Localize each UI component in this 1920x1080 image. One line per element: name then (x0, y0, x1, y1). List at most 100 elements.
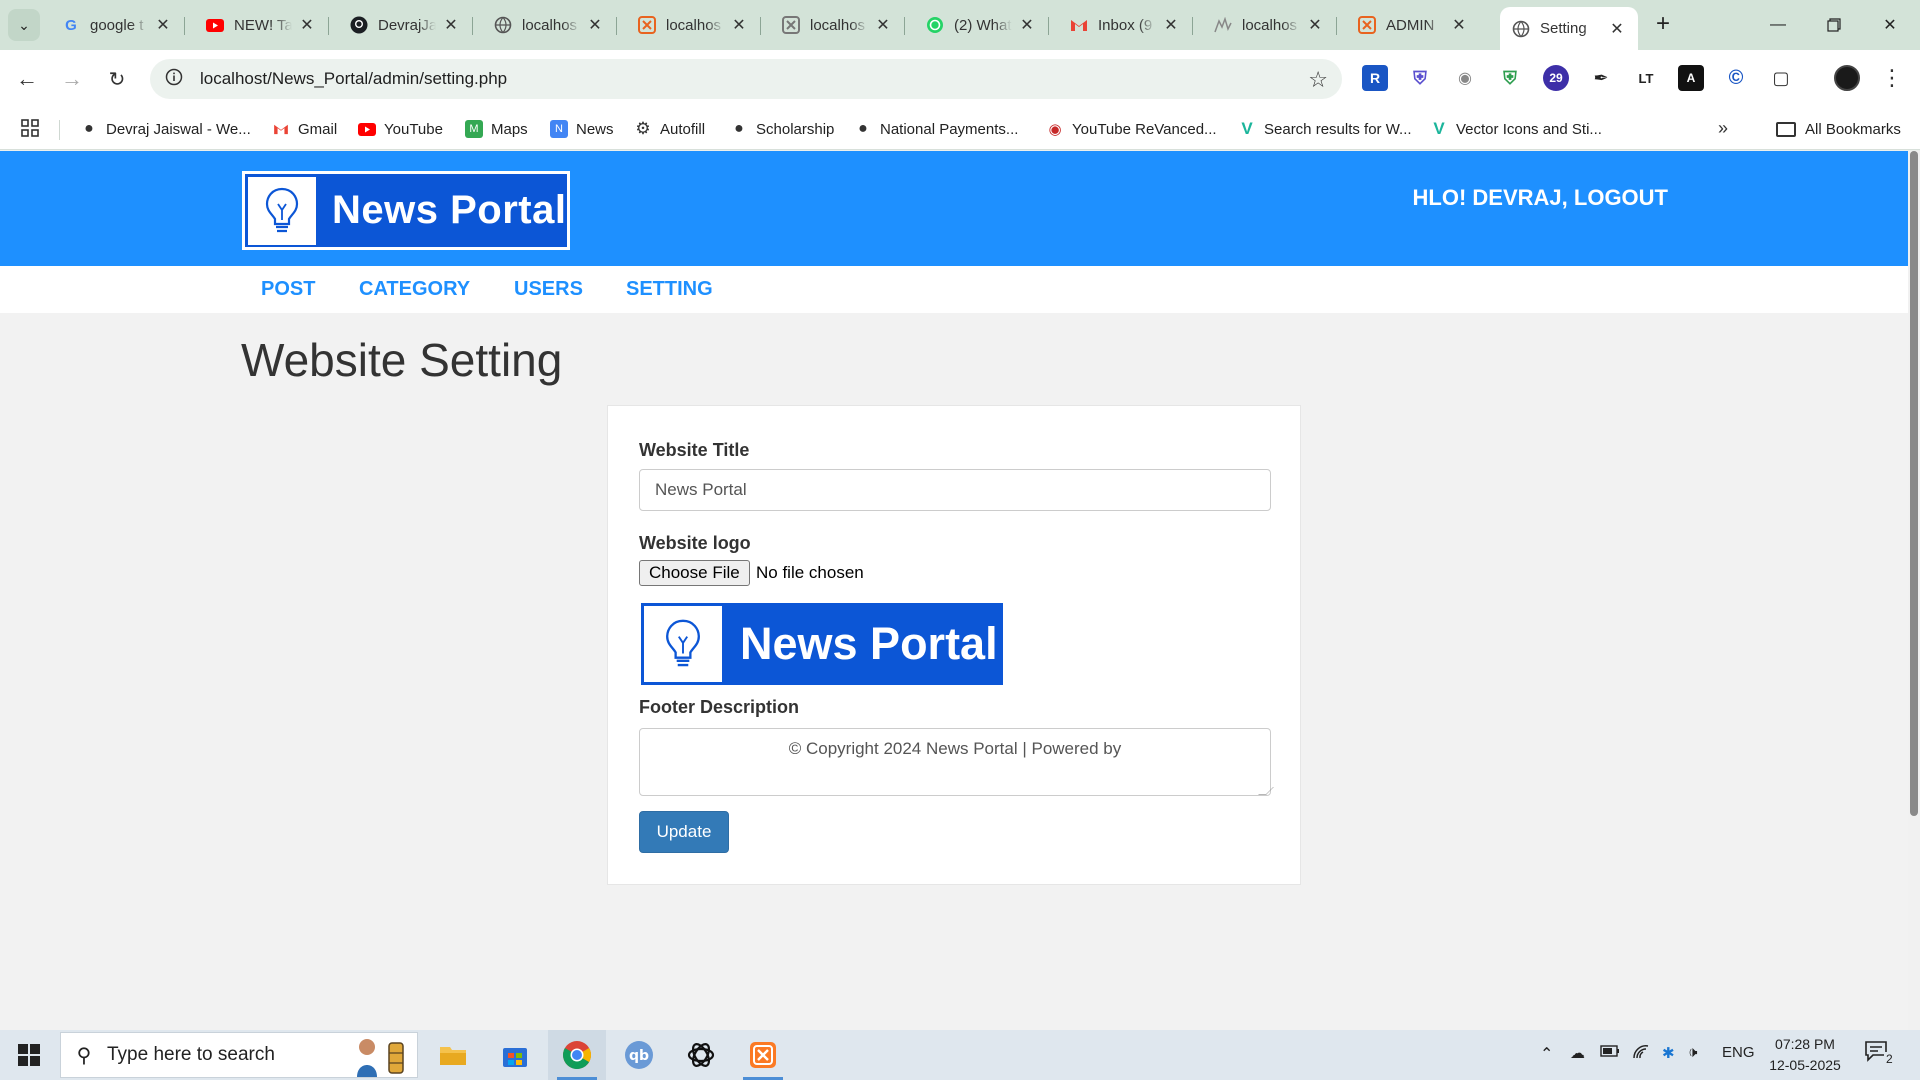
bookmarks-bar: ● Devraj Jaiswal - We... Gmail YouTube MM… (0, 108, 1920, 150)
menu-users[interactable]: USERS (514, 278, 583, 301)
browser-tab[interactable]: localhos ✕ (1202, 8, 1337, 42)
bookmark-item[interactable]: N News (550, 116, 614, 142)
taskbar-store[interactable] (486, 1030, 544, 1080)
tab-label: localhos (666, 16, 722, 34)
extension-lt-icon[interactable]: LT (1633, 65, 1659, 91)
page-scrollbar[interactable] (1908, 151, 1920, 1030)
browser-tab[interactable]: localhos ✕ (626, 8, 761, 42)
browser-menu-button[interactable]: ⋮ (1880, 62, 1904, 96)
chevron-double-right-icon[interactable]: » (1718, 118, 1728, 139)
xampp-icon (1358, 16, 1376, 34)
bookmark-item[interactable]: V Vector Icons and Sti... (1430, 116, 1602, 142)
taskbar-chrome[interactable] (548, 1030, 606, 1080)
bookmark-item[interactable]: ● Scholarship (730, 116, 834, 142)
bookmark-star-icon[interactable]: ☆ (1308, 67, 1328, 93)
browser-tab-active[interactable]: Setting ✕ (1500, 7, 1638, 50)
taskbar-xampp[interactable] (734, 1030, 792, 1080)
website-title-input[interactable] (639, 469, 1271, 511)
bluetooth-icon[interactable]: ✱ (1662, 1044, 1675, 1062)
bookmark-item[interactable]: ◉ YouTube ReVanced... (1046, 116, 1216, 142)
greeting-logout-link[interactable]: HLO! DEVRAJ, LOGOUT (1330, 185, 1668, 211)
bookmark-item[interactable]: YouTube (358, 116, 443, 142)
bookmark-item[interactable]: ● National Payments... (854, 116, 1018, 142)
taskbar-search-box[interactable]: ⚲ Type here to search (60, 1032, 418, 1078)
close-window-button[interactable]: ✕ (1862, 0, 1918, 50)
extension-c-icon[interactable]: © (1723, 65, 1749, 91)
browser-tab[interactable]: Inbox (9 ✕ (1058, 8, 1193, 42)
footer-description-textarea[interactable]: © Copyright 2024 News Portal | Powered b… (639, 728, 1271, 796)
close-icon[interactable]: ✕ (154, 15, 172, 35)
extension-eyedropper-icon[interactable]: ✒ (1588, 65, 1614, 91)
browser-tab[interactable]: localhos ✕ (482, 8, 617, 42)
menu-post[interactable]: POST (261, 278, 315, 301)
wifi-icon[interactable] (1632, 1044, 1650, 1064)
tab-label: localhos (522, 16, 578, 34)
browser-tab[interactable]: ADMIN ✕ (1346, 8, 1480, 42)
close-icon[interactable]: ✕ (730, 15, 748, 35)
address-bar[interactable]: localhost/News_Portal/admin/setting.php … (150, 59, 1342, 99)
close-icon[interactable]: ✕ (1450, 15, 1468, 35)
search-icon: ⚲ (76, 1044, 92, 1067)
close-icon[interactable]: ✕ (298, 15, 316, 35)
browser-tab[interactable]: localhos ✕ (770, 8, 905, 42)
browser-tab[interactable]: NEW! Ta ✕ (194, 8, 329, 42)
vector-icon: V (1241, 119, 1253, 138)
site-logo[interactable]: News Portal (242, 171, 570, 250)
extension-a-icon[interactable]: A (1678, 65, 1704, 91)
chevron-up-icon[interactable]: ⌃ (1540, 1044, 1553, 1064)
close-icon[interactable]: ✕ (1162, 15, 1180, 35)
extensions-puzzle-icon[interactable]: ▢ (1768, 65, 1794, 91)
notification-center-button[interactable]: 2 (1864, 1040, 1898, 1070)
extension-reader-icon[interactable]: R (1362, 65, 1388, 91)
site-info-icon[interactable] (154, 68, 194, 90)
scrollbar-thumb[interactable] (1910, 151, 1918, 816)
browser-tab[interactable]: (2) What ✕ (914, 8, 1049, 42)
tab-search-button[interactable]: ⌄ (8, 9, 40, 41)
close-icon[interactable]: ✕ (1018, 15, 1036, 35)
minimize-button[interactable]: — (1750, 0, 1806, 50)
start-button[interactable] (0, 1030, 58, 1080)
tab-label: NEW! Ta (234, 16, 292, 34)
update-button[interactable]: Update (639, 811, 729, 853)
taskbar-file-explorer[interactable] (424, 1030, 482, 1080)
bookmark-item[interactable]: Gmail (272, 116, 337, 142)
menu-setting[interactable]: SETTING (626, 278, 713, 301)
apps-grid-icon[interactable] (21, 119, 39, 142)
extension-adblock-icon[interactable]: ⛨ (1497, 65, 1523, 91)
extension-shield-icon[interactable]: ⛨ (1407, 65, 1433, 91)
tab-label: (2) What (954, 16, 1012, 34)
close-icon[interactable]: ✕ (586, 15, 604, 35)
lightbulb-icon (248, 176, 316, 245)
bookmark-item[interactable]: V Search results for W... (1238, 116, 1411, 142)
all-bookmarks-label: All Bookmarks (1805, 120, 1901, 138)
volume-icon[interactable]: 🕩 (1688, 1044, 1697, 1061)
forward-button[interactable]: → (55, 62, 89, 96)
battery-icon[interactable] (1600, 1044, 1620, 1062)
close-icon[interactable]: ✕ (874, 15, 892, 35)
close-icon[interactable]: ✕ (1608, 19, 1626, 39)
bookmark-item[interactable]: M Maps (465, 116, 528, 142)
close-icon[interactable]: ✕ (1306, 15, 1324, 35)
cloud-icon[interactable]: ☁ (1570, 1044, 1585, 1062)
back-button[interactable]: ← (10, 62, 44, 96)
bookmark-item[interactable]: ● Devraj Jaiswal - We... (80, 116, 251, 142)
language-indicator[interactable]: ENG (1722, 1044, 1755, 1061)
extension-camera-icon[interactable]: ◉ (1452, 65, 1478, 91)
browser-tab[interactable]: DevrajJa ✕ (338, 8, 473, 42)
all-bookmarks-button[interactable]: All Bookmarks (1776, 116, 1901, 142)
bookmark-item[interactable]: ⚙ Autofill (634, 116, 705, 142)
menu-category[interactable]: CATEGORY (359, 278, 470, 301)
footer-description-label: Footer Description (639, 697, 800, 717)
system-clock[interactable]: 07:28 PM 12-05-2025 (1760, 1034, 1850, 1076)
new-tab-button[interactable]: + (1648, 10, 1678, 40)
taskbar-qbittorrent[interactable]: qb (610, 1030, 668, 1080)
browser-tab[interactable]: G google t ✕ (50, 8, 185, 42)
reload-button[interactable]: ↻ (100, 62, 134, 96)
close-icon[interactable]: ✕ (442, 15, 460, 35)
profile-avatar[interactable] (1834, 65, 1860, 91)
taskbar-chatgpt[interactable] (672, 1030, 730, 1080)
restore-button[interactable] (1806, 0, 1862, 50)
url-text[interactable]: localhost/News_Portal/admin/setting.php (200, 69, 507, 89)
extension-badge-icon[interactable]: 29 (1543, 65, 1569, 91)
choose-file-button[interactable]: Choose File (639, 560, 750, 586)
